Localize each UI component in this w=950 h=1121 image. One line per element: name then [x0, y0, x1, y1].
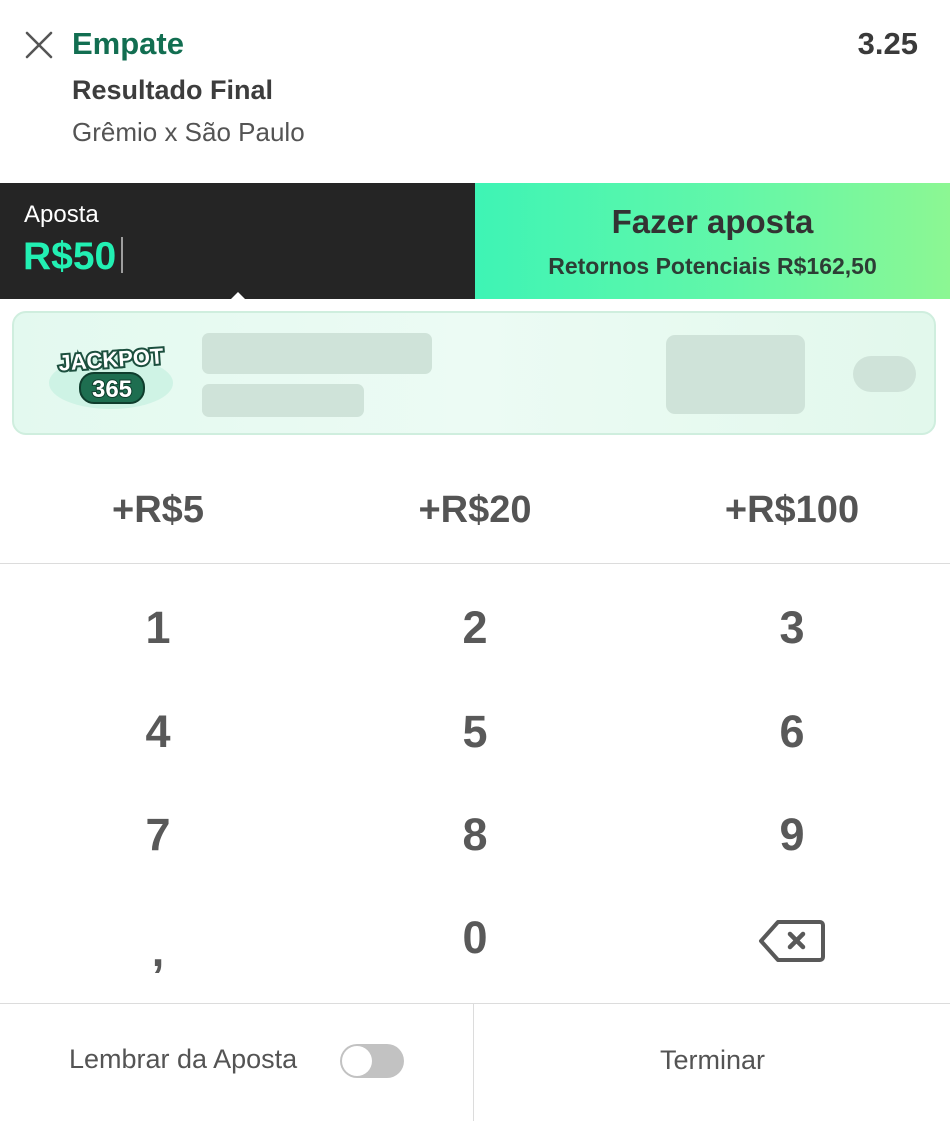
key-0[interactable]: 0	[317, 886, 633, 990]
place-bet-label: Fazer aposta	[611, 203, 814, 240]
selection-name: Empate	[72, 26, 184, 61]
key-7[interactable]: 7	[0, 783, 316, 887]
finish-button[interactable]: Terminar	[475, 1004, 950, 1121]
bet-selection: Empate 3.25 Resultado Final Grêmio x São…	[0, 0, 950, 184]
selection-odds: 3.25	[857, 26, 918, 61]
jackpot-logo-bottom: 365	[92, 376, 132, 403]
key-8[interactable]: 8	[317, 783, 633, 887]
jackpot-loading-placeholder	[202, 384, 364, 417]
remember-bet-toggle[interactable]	[340, 1044, 404, 1078]
key-comma[interactable]: ,	[0, 886, 316, 990]
toggle-knob	[342, 1046, 372, 1076]
key-5[interactable]: 5	[317, 680, 633, 784]
place-bet-button[interactable]: Fazer aposta Retornos Potenciais R$162,5…	[475, 183, 950, 299]
quick-stake-100-button[interactable]: +R$100	[634, 458, 950, 563]
potential-returns: Retornos Potenciais R$162,50	[548, 253, 877, 279]
remember-bet-option[interactable]: Lembrar da Aposta	[0, 1004, 474, 1121]
fixture-name: Grêmio x São Paulo	[72, 117, 305, 147]
key-9[interactable]: 9	[634, 783, 950, 887]
jackpot-logo: JACKPOT 365	[49, 341, 173, 409]
numeric-keypad: 1 2 3 4 5 6 7 8 9 , 0	[0, 564, 950, 1002]
key-3[interactable]: 3	[634, 576, 950, 680]
quick-stake-20-button[interactable]: +R$20	[317, 458, 633, 563]
key-2[interactable]: 2	[317, 576, 633, 680]
stake-pointer	[230, 292, 246, 300]
remember-bet-label: Lembrar da Aposta	[69, 1044, 298, 1074]
text-caret	[121, 237, 123, 273]
stake-input[interactable]: Aposta R$50	[0, 183, 475, 300]
jackpot-loading-placeholder	[666, 335, 805, 414]
quick-stake-5-button[interactable]: +R$5	[0, 458, 316, 563]
stake-label: Aposta	[24, 201, 99, 228]
stake-value: R$50	[23, 235, 117, 278]
quick-stake-row: +R$5 +R$20 +R$100	[0, 458, 950, 564]
jackpot-loading-placeholder	[853, 356, 916, 392]
betslip-footer: Lembrar da Aposta Terminar	[0, 1003, 950, 1121]
key-6[interactable]: 6	[634, 680, 950, 784]
key-1[interactable]: 1	[0, 576, 316, 680]
key-4[interactable]: 4	[0, 680, 316, 784]
close-icon[interactable]	[22, 28, 56, 62]
jackpot-banner[interactable]: JACKPOT 365	[12, 311, 936, 435]
jackpot-loading-placeholder	[202, 333, 432, 374]
backspace-icon	[759, 920, 825, 963]
market-name: Resultado Final	[72, 75, 274, 105]
backspace-key[interactable]	[634, 886, 950, 990]
